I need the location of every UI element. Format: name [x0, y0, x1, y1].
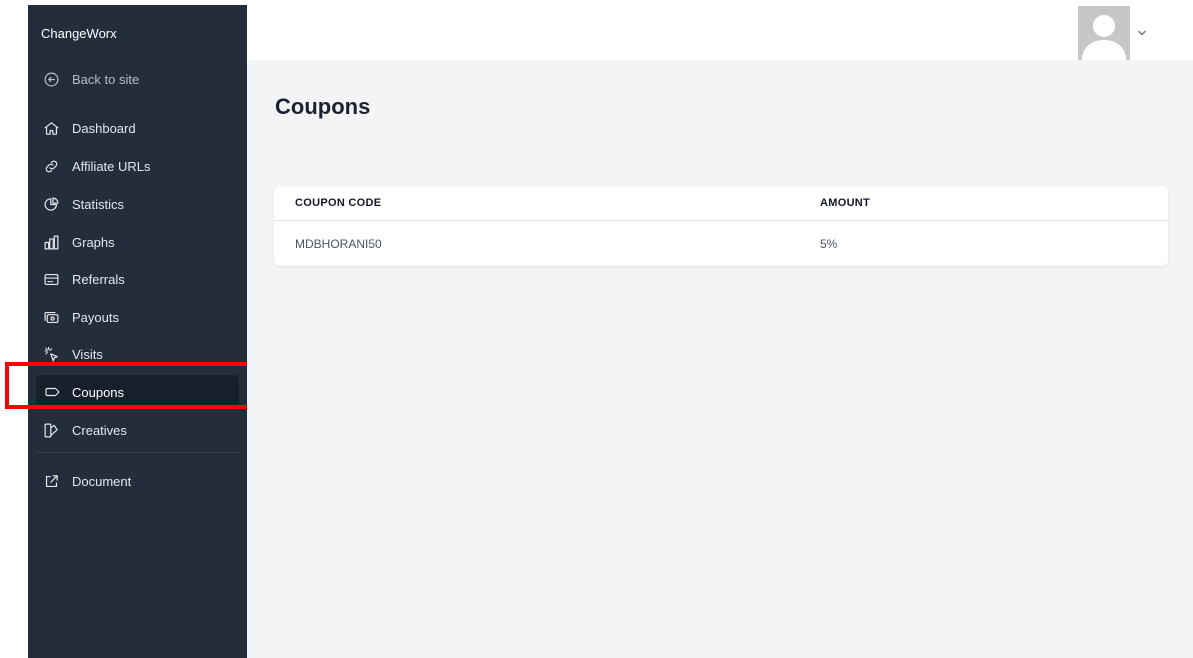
- sidebar-item-label: Creatives: [72, 422, 127, 438]
- sidebar-item-statistics[interactable]: Statistics: [36, 187, 239, 221]
- column-header-amount: AMOUNT: [820, 197, 871, 209]
- back-to-site-link[interactable]: Back to site: [36, 62, 239, 96]
- sidebar-item-graphs[interactable]: Graphs: [36, 225, 239, 259]
- sidebar-item-visits[interactable]: Visits: [36, 337, 239, 371]
- table-cell-coupon-code: MDBHORANI50: [295, 237, 382, 251]
- table-cell-amount: 5%: [820, 237, 838, 251]
- sidebar-item-document[interactable]: Document: [36, 464, 239, 498]
- sidebar-item-label: Statistics: [72, 196, 125, 212]
- bar-chart-icon: [42, 233, 60, 251]
- link-icon: [42, 157, 60, 175]
- home-icon: [42, 119, 60, 137]
- cash-icon: [42, 308, 60, 326]
- sidebar-item-label: Document: [72, 473, 132, 489]
- cursor-click-icon: [42, 345, 60, 363]
- sidebar-item-label: Graphs: [72, 234, 115, 250]
- sidebar-item-dashboard[interactable]: Dashboard: [36, 111, 239, 145]
- sidebar-item-label: Payouts: [72, 309, 119, 325]
- sidebar-item-referrals[interactable]: Referrals: [36, 262, 239, 296]
- sidebar-item-label: Dashboard: [72, 120, 136, 136]
- top-bar: [247, 0, 1193, 60]
- back-arrow-circle-icon: [42, 70, 60, 88]
- sidebar-item-label: Visits: [72, 346, 103, 362]
- table-divider: [274, 220, 1168, 221]
- brand-name: ChangeWorx: [41, 26, 117, 41]
- external-link-icon: [42, 472, 60, 490]
- coupons-table: [274, 186, 1168, 266]
- tag-icon: [42, 383, 60, 401]
- back-to-site-label: Back to site: [72, 71, 140, 87]
- sidebar-divider: [36, 452, 239, 453]
- user-avatar-icon[interactable]: [1078, 6, 1130, 60]
- main-content: [247, 60, 1193, 658]
- page-title: Coupons: [275, 94, 371, 119]
- sidebar-item-label: Referrals: [72, 271, 125, 287]
- credit-card-icon: [42, 270, 60, 288]
- sidebar-item-coupons[interactable]: Coupons: [36, 375, 239, 409]
- swatch-icon: [42, 421, 60, 439]
- sidebar-item-affiliate-urls[interactable]: Affiliate URLs: [36, 149, 239, 183]
- sidebar-item-label: Affiliate URLs: [72, 158, 151, 174]
- pie-chart-icon: [42, 195, 60, 213]
- column-header-coupon-code: COUPON CODE: [295, 197, 382, 209]
- sidebar-item-creatives[interactable]: Creatives: [36, 413, 239, 447]
- sidebar-item-label: Coupons: [72, 384, 125, 400]
- sidebar-item-payouts[interactable]: Payouts: [36, 300, 239, 334]
- sidebar: ChangeWorx Back to site Dashboard Affili…: [28, 5, 247, 658]
- chevron-down-icon[interactable]: [1136, 26, 1148, 38]
